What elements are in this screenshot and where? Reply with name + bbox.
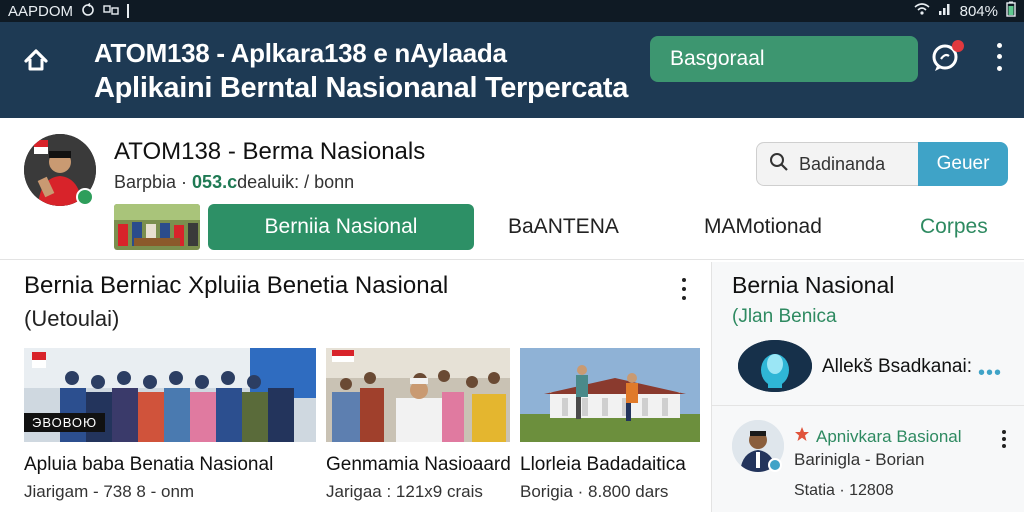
right-panel: Bernia Nasional (Jlan Benica Allekš Bsad… (711, 262, 1024, 512)
notification-dot (952, 40, 964, 52)
status-right: 804% (914, 1, 1016, 21)
section-more-icon[interactable] (676, 276, 692, 302)
item-subtitle: Barinigla - Borian (794, 450, 925, 469)
more-vert-icon[interactable] (990, 40, 1008, 74)
item-title-text: Apnivkara Basional (816, 426, 962, 446)
right-panel-item[interactable]: Allekš Bsadkanai: ••• (712, 334, 1024, 406)
item-label: Allekš Bsadkanai: (822, 356, 972, 377)
right-panel-subtitle[interactable]: (Jlan Benica (732, 306, 837, 328)
verified-badge (76, 188, 94, 206)
app-title: ATOM138 - Aplkara138 e nAylaada (94, 38, 507, 68)
item-title[interactable]: Apnivkara Basional (794, 426, 962, 447)
star-icon (794, 426, 810, 447)
status-carrier-text: AAPDOM (8, 2, 74, 20)
channel-header: ATOM138 - Berma Nasionals Barpbia · 053.… (0, 118, 1024, 260)
verified-badge (768, 458, 782, 472)
signal-icon (938, 2, 952, 20)
tab-corpes[interactable]: Corpes (920, 204, 988, 250)
tab-antena[interactable]: BaANTENA (508, 204, 619, 250)
battery-icon (1006, 1, 1016, 21)
header-action-button[interactable]: Basgoraal (650, 36, 918, 82)
channel-stats-suffix: dealuik: / bonn (237, 172, 355, 192)
search-value: Badinanda (799, 153, 886, 174)
right-panel-item[interactable]: Apnivkara Basional Barinigla - Borian St… (712, 412, 1024, 512)
network-icon (103, 3, 119, 20)
item-thumbnail[interactable] (738, 340, 812, 392)
app-subtitle: Aplikaini Berntal Nasionanal Terpercata (94, 72, 629, 104)
main-feed: Bernia Berniac Xpluiia Benetia Nasional … (0, 262, 710, 512)
status-bar: AAPDOM 804% (0, 0, 1024, 22)
search-icon (769, 152, 789, 177)
app-bar: ATOM138 - Aplkara138 e nAylaada Aplikain… (0, 22, 1024, 118)
tab-emotional[interactable]: MAMotionad (704, 204, 822, 250)
video-thumbnail[interactable] (326, 348, 510, 442)
channel-stats-prefix: Barpbia · (114, 172, 193, 192)
item-meta: Statia · 12808 (794, 482, 894, 499)
home-icon[interactable] (18, 42, 54, 78)
more-vert-icon[interactable] (998, 428, 1010, 450)
channel-stats: Barpbia · 053.cdealuik: / bonn (114, 172, 354, 193)
video-thumbnail[interactable]: ЭВОВОЮ (24, 348, 316, 442)
sync-icon (81, 2, 95, 20)
more-horiz-icon[interactable]: ••• (978, 362, 1002, 385)
video-title[interactable]: Llorleia Badadaitica (520, 454, 700, 476)
video-thumbnail[interactable] (520, 348, 700, 442)
chat-icon[interactable] (930, 40, 964, 74)
right-panel-title: Bernia Nasional (732, 272, 895, 298)
tab-berita-nasional[interactable]: Berniia Nasional (208, 204, 474, 250)
status-left: AAPDOM (8, 2, 130, 20)
channel-banner-thumbnail[interactable] (114, 204, 200, 250)
video-card[interactable]: Llorleia Badadaitica Borigia · 8.800 dar… (520, 348, 700, 502)
video-title[interactable]: Genmamia Nasioaard (326, 454, 511, 476)
search-button[interactable]: Geuer (918, 142, 1008, 186)
status-divider (127, 4, 130, 18)
section-title: Bernia Berniac Xpluiia Benetia Nasional (24, 272, 449, 299)
video-card[interactable]: Genmamia Nasioaard Jarigaa : 121x9 crais (326, 348, 511, 502)
video-meta: Borigia · 8.800 dars (520, 482, 669, 501)
video-card[interactable]: ЭВОВОЮ Apluia baba Benatia Nasional Jiar… (24, 348, 316, 502)
channel-name: ATOM138 - Berma Nasionals (114, 138, 426, 165)
channel-stats-count: 053.c (192, 172, 238, 192)
search-input[interactable]: Badinanda (756, 142, 918, 186)
battery-level-text: 804% (959, 2, 998, 20)
video-meta: Jarigaa : 121x9 crais (326, 482, 483, 501)
video-meta: Jiarigam - 738 8 - onm (24, 482, 195, 501)
section-subtitle: (Uetoulai) (24, 306, 120, 331)
video-title[interactable]: Apluia baba Benatia Nasional (24, 454, 316, 476)
wifi-icon (914, 2, 930, 20)
video-badge: ЭВОВОЮ (24, 413, 106, 432)
